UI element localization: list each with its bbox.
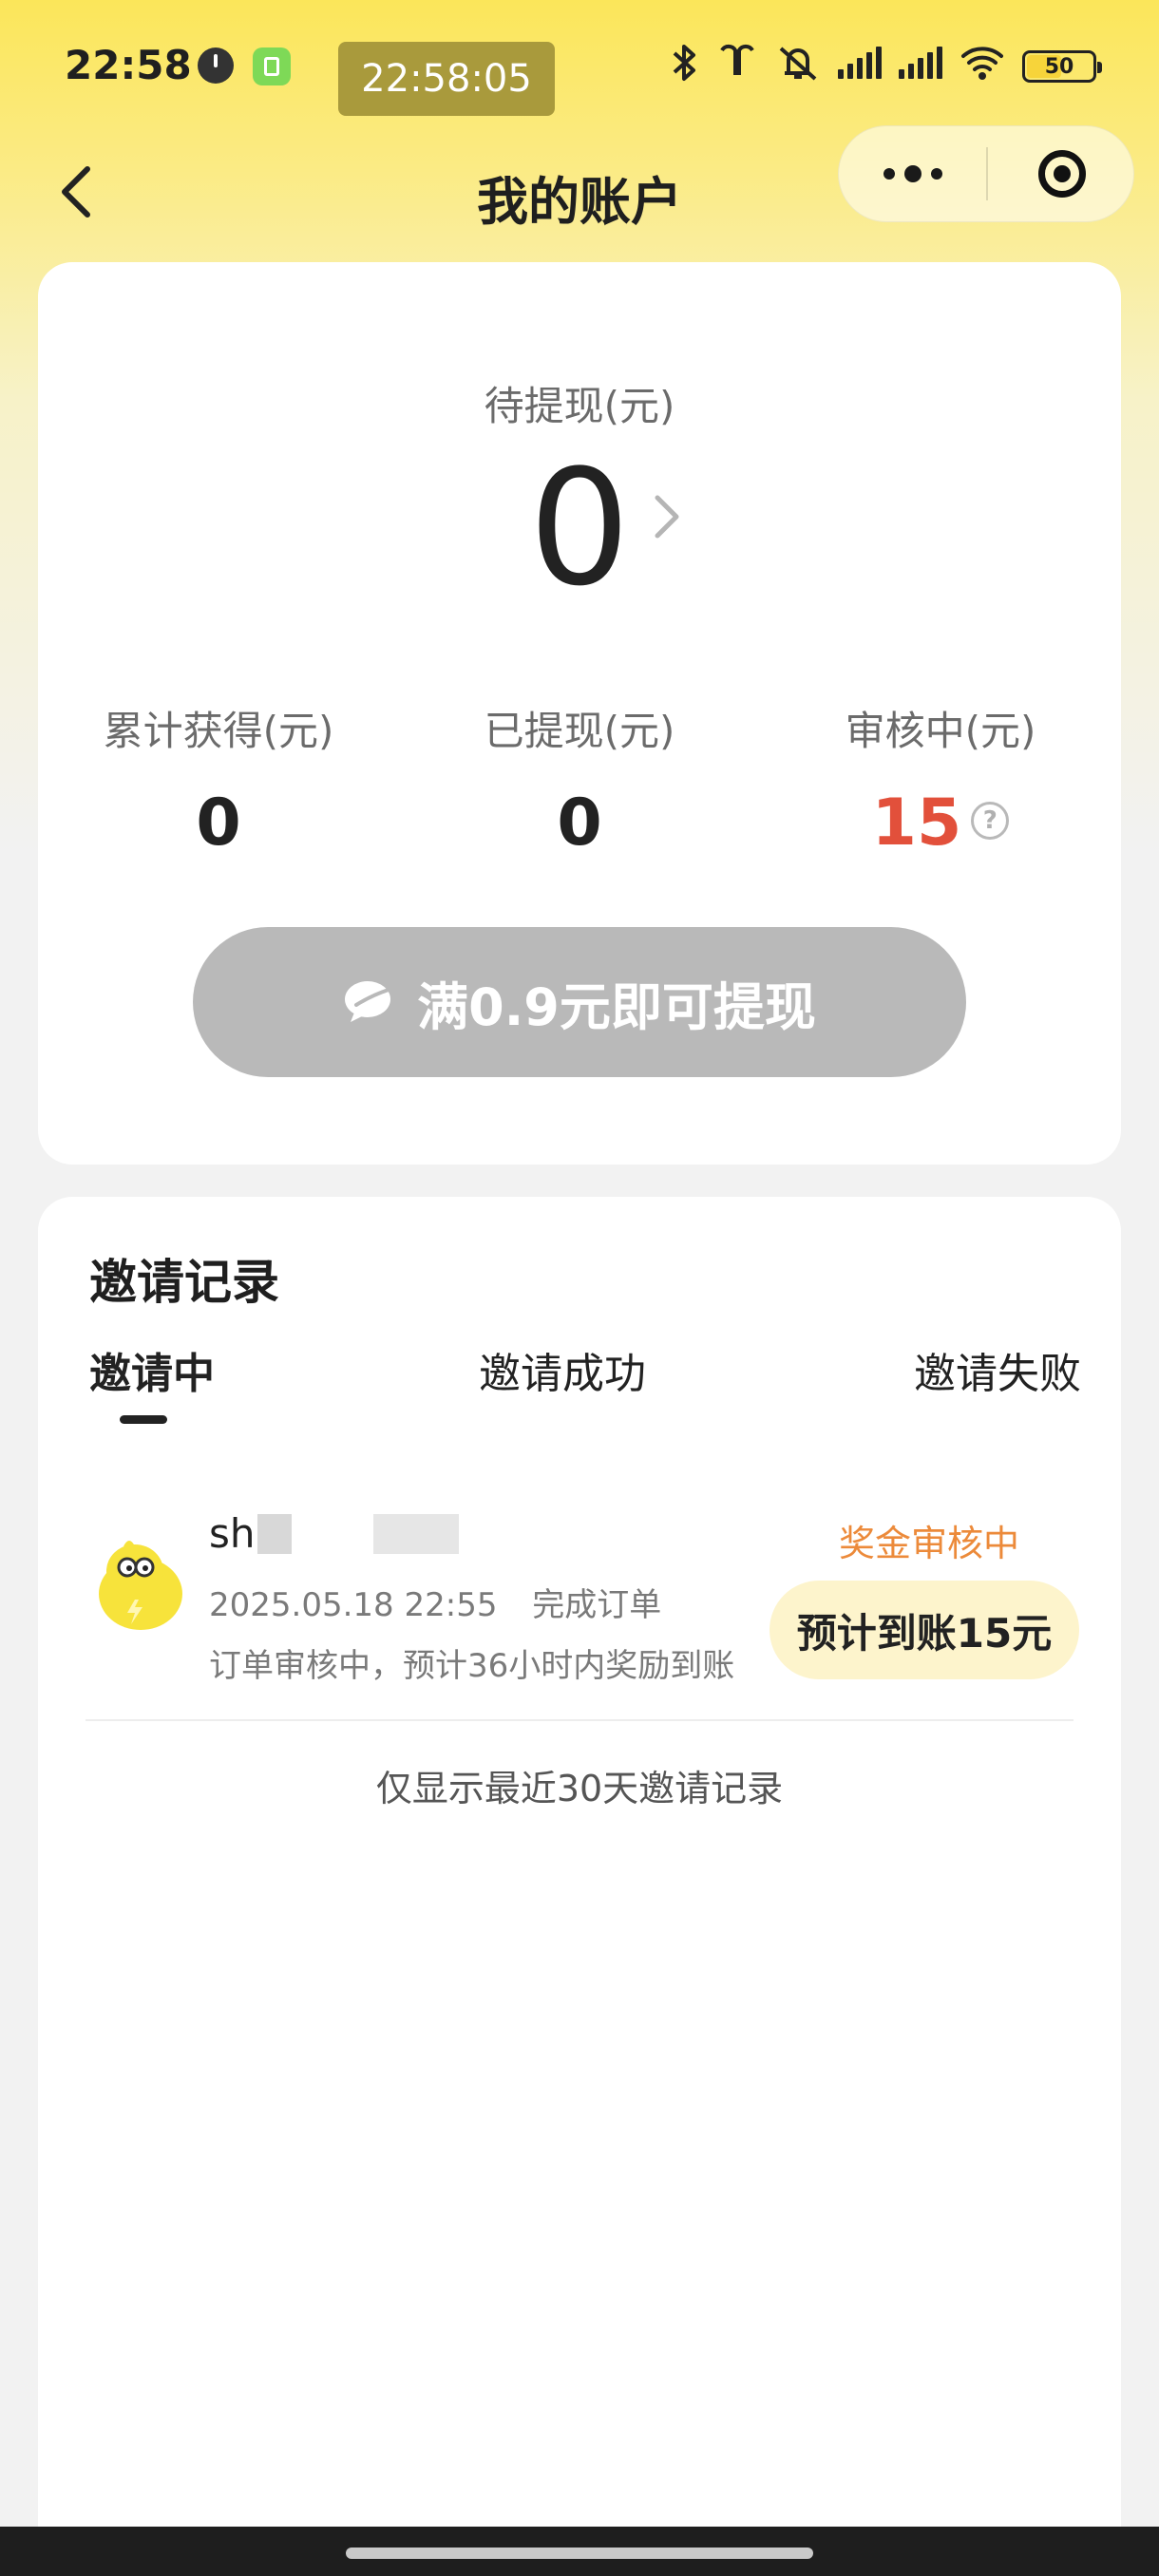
stat-under-review: 审核中(元) 15? — [760, 699, 1121, 861]
battery-icon: 50 — [1022, 50, 1102, 83]
invite-tabs: 邀请中 邀请成功 邀请失败 — [38, 1339, 1121, 1434]
divider — [86, 1719, 1074, 1721]
stat-label: 已提现(元) — [484, 708, 675, 754]
earbuds-icon — [716, 43, 758, 91]
masked-name — [256, 1513, 292, 1554]
home-indicator[interactable] — [346, 2548, 813, 2559]
bluetooth-icon — [671, 43, 699, 91]
wechat-icon — [345, 981, 391, 1022]
user-name: sh — [209, 1510, 459, 1557]
tab-invite-failed[interactable]: 邀请失败 — [914, 1339, 1081, 1400]
recording-chip: 22:58:05 — [338, 42, 555, 116]
review-amount: 15 — [871, 786, 962, 861]
app-icon — [253, 47, 291, 85]
avatar — [99, 1541, 182, 1630]
signal-icon — [899, 46, 942, 87]
help-icon[interactable]: ? — [971, 802, 1010, 841]
invite-record[interactable]: sh 2025.05.18 22:55 完成订单 订单审核中，预计36小时内奖励… — [38, 1482, 1121, 1685]
stat-value: 0 — [196, 786, 241, 861]
battery-level: 50 — [1044, 54, 1074, 79]
record-note: 订单审核中，预计36小时内奖励到账 — [209, 1647, 735, 1685]
status-icons: 50 — [671, 38, 1102, 95]
stat-label: 累计获得(元) — [103, 708, 334, 754]
hd-signal-icon — [838, 46, 882, 87]
target-icon — [1037, 150, 1086, 198]
account-stats: 累计获得(元) 0 已提现(元) 0 审核中(元) 15? — [38, 699, 1121, 861]
account-card: 待提现(元) 0 累计获得(元) 0 已提现(元) 0 审核中(元) 15? 满… — [38, 262, 1121, 1165]
masked-name — [372, 1513, 459, 1554]
system-nav-bar — [0, 2527, 1159, 2576]
stat-value: 0 — [557, 786, 602, 861]
tab-inviting[interactable]: 邀请中 — [89, 1339, 215, 1400]
expected-reward-badge: 预计到账15元 — [770, 1581, 1079, 1679]
pending-withdraw-label: 待提现(元) — [484, 383, 675, 429]
stat-value: 15? — [760, 786, 1121, 861]
bonus-status: 奖金审核中 — [838, 1523, 1019, 1564]
record-action: 完成订单 — [532, 1586, 662, 1624]
record-time-line: 2025.05.18 22:55 完成订单 — [209, 1579, 661, 1625]
status-time: 22:58 — [65, 42, 192, 88]
stat-withdrawn: 已提现(元) 0 — [399, 699, 760, 861]
pending-withdraw-amount[interactable]: 0 — [38, 448, 1121, 608]
invite-records-card: 邀请记录 邀请中 邀请成功 邀请失败 sh 2025.05.18 22:55 完… — [38, 1197, 1121, 2576]
active-tab-indicator — [120, 1415, 167, 1424]
clock-icon — [198, 47, 234, 84]
withdraw-button[interactable]: 满0.9元即可提现 — [193, 927, 966, 1077]
status-bar: 22:58 22:58:05 50 — [0, 0, 1159, 133]
stat-total-earned: 累计获得(元) 0 — [38, 699, 399, 861]
chevron-right-icon[interactable] — [648, 488, 686, 545]
withdraw-label: 满0.9元即可提现 — [417, 976, 816, 1037]
tab-invite-success[interactable]: 邀请成功 — [479, 1339, 646, 1400]
mini-program-capsule — [838, 125, 1134, 222]
section-title: 邀请记录 — [89, 1255, 279, 1310]
records-footer-note: 仅显示最近30天邀请记录 — [375, 1768, 784, 1809]
more-button[interactable] — [839, 126, 986, 221]
wifi-icon — [960, 45, 1005, 89]
mute-icon — [775, 43, 821, 91]
user-name-text: sh — [209, 1510, 256, 1557]
close-miniprogram-button[interactable] — [988, 126, 1135, 221]
record-time: 2025.05.18 22:55 — [209, 1586, 498, 1624]
stat-label: 审核中(元) — [845, 708, 1036, 754]
